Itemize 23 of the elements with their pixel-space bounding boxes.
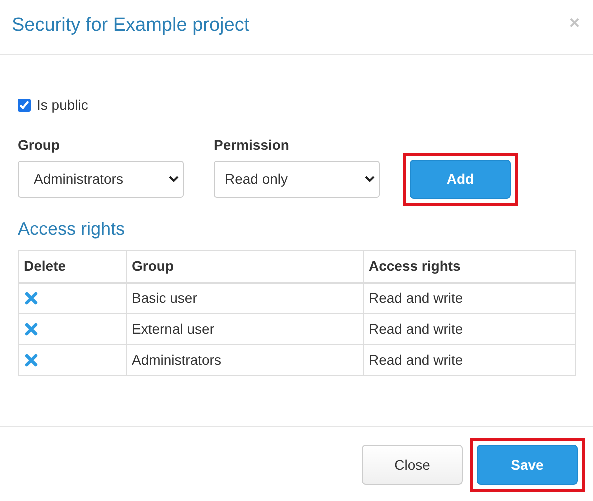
delete-icon[interactable]	[25, 354, 38, 366]
delete-icon[interactable]	[25, 322, 38, 336]
table-cell: Administrators	[126, 344, 364, 376]
table-cell: Read and write	[364, 314, 576, 344]
table-cell: Read and write	[364, 282, 576, 314]
column-header: Access rights	[364, 250, 576, 282]
checkbox-label: Is public	[37, 96, 88, 115]
table-cell: Basic user	[126, 282, 364, 314]
chevron-icon	[365, 176, 375, 183]
public-checkbox[interactable]	[18, 98, 31, 112]
close-button[interactable]: Close	[362, 445, 463, 485]
group-select[interactable]: Administrators	[18, 161, 184, 198]
table-cell: Read and write	[364, 344, 576, 376]
field-label: Permission	[214, 136, 290, 154]
section-heading: Access rights	[18, 218, 126, 240]
table-cell: External user	[126, 314, 364, 344]
column-header: Group	[126, 250, 364, 282]
permission-select[interactable]: Read only	[214, 161, 380, 198]
field-label: Group	[18, 136, 61, 154]
dialog-title: Security for Example project	[12, 14, 250, 38]
delete-icon[interactable]	[25, 292, 38, 305]
column-header: Delete	[18, 250, 126, 282]
chevron-icon	[169, 176, 179, 183]
